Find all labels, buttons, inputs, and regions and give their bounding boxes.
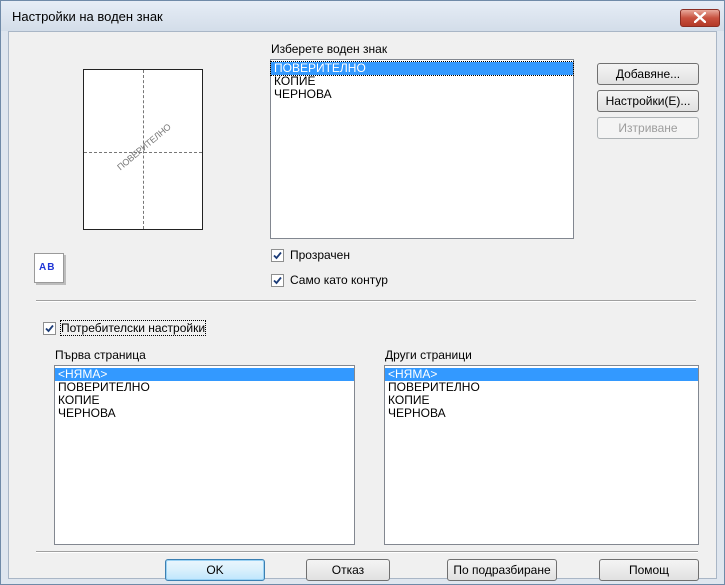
help-button[interactable]: Помощ (599, 559, 699, 581)
preview-watermark-text: ПОВЕРИТЕЛНО (115, 121, 173, 173)
title-bar[interactable]: Настройки на воден знак (1, 1, 724, 31)
list-item[interactable]: ЧЕРНОВА (55, 407, 354, 420)
defaults-button[interactable]: По подразбиране (447, 559, 557, 581)
other-pages-label: Други страници (385, 348, 472, 362)
list-item[interactable]: ПОВЕРИТЕЛНО (385, 381, 698, 394)
separator (36, 300, 696, 302)
transparent-checkbox[interactable] (271, 249, 284, 262)
custom-settings-label[interactable]: Потребителски настройки (59, 320, 207, 336)
outline-label[interactable]: Само като контур (290, 273, 388, 287)
watermark-listbox[interactable]: ПОВЕРИТЕЛНО КОПИЕ ЧЕРНОВА (270, 59, 574, 239)
watermark-settings-dialog: Настройки на воден знак ПОВЕРИТЕЛНО AB И… (0, 0, 725, 585)
close-icon (694, 12, 706, 23)
first-page-listbox[interactable]: <НЯМА> ПОВЕРИТЕЛНО КОПИЕ ЧЕРНОВА (54, 365, 355, 545)
cancel-button[interactable]: Отказ (306, 559, 390, 581)
other-pages-listbox[interactable]: <НЯМА> ПОВЕРИТЕЛНО КОПИЕ ЧЕРНОВА (384, 365, 699, 545)
first-page-label: Първа страница (55, 348, 146, 362)
list-item[interactable]: ЧЕРНОВА (385, 407, 698, 420)
select-watermark-label: Изберете воден знак (271, 42, 388, 56)
outline-checkbox[interactable] (271, 274, 284, 287)
check-icon (45, 324, 54, 333)
custom-settings-checkbox[interactable] (43, 322, 56, 335)
add-button[interactable]: Добавяне... (597, 63, 699, 85)
list-item[interactable]: ПОВЕРИТЕЛНО (270, 61, 574, 76)
delete-button[interactable]: Изтриване (597, 117, 699, 139)
list-item[interactable]: ЧЕРНОВА (271, 88, 573, 101)
settings-button[interactable]: Настройки(E)... (597, 90, 699, 112)
ab-font-icon[interactable]: AB (34, 253, 64, 283)
window-title: Настройки на воден знак (12, 9, 163, 24)
footer-separator (36, 551, 698, 553)
ab-icon-text: AB (39, 262, 56, 273)
dialog-body: ПОВЕРИТЕЛНО AB Изберете воден знак ПОВЕР… (8, 31, 717, 581)
ok-button[interactable]: OK (165, 559, 265, 581)
check-icon (273, 251, 282, 260)
transparent-label[interactable]: Прозрачен (290, 248, 350, 262)
list-item[interactable]: ПОВЕРИТЕЛНО (55, 381, 354, 394)
watermark-preview: ПОВЕРИТЕЛНО (83, 69, 203, 230)
close-button[interactable] (680, 9, 720, 27)
check-icon (273, 276, 282, 285)
